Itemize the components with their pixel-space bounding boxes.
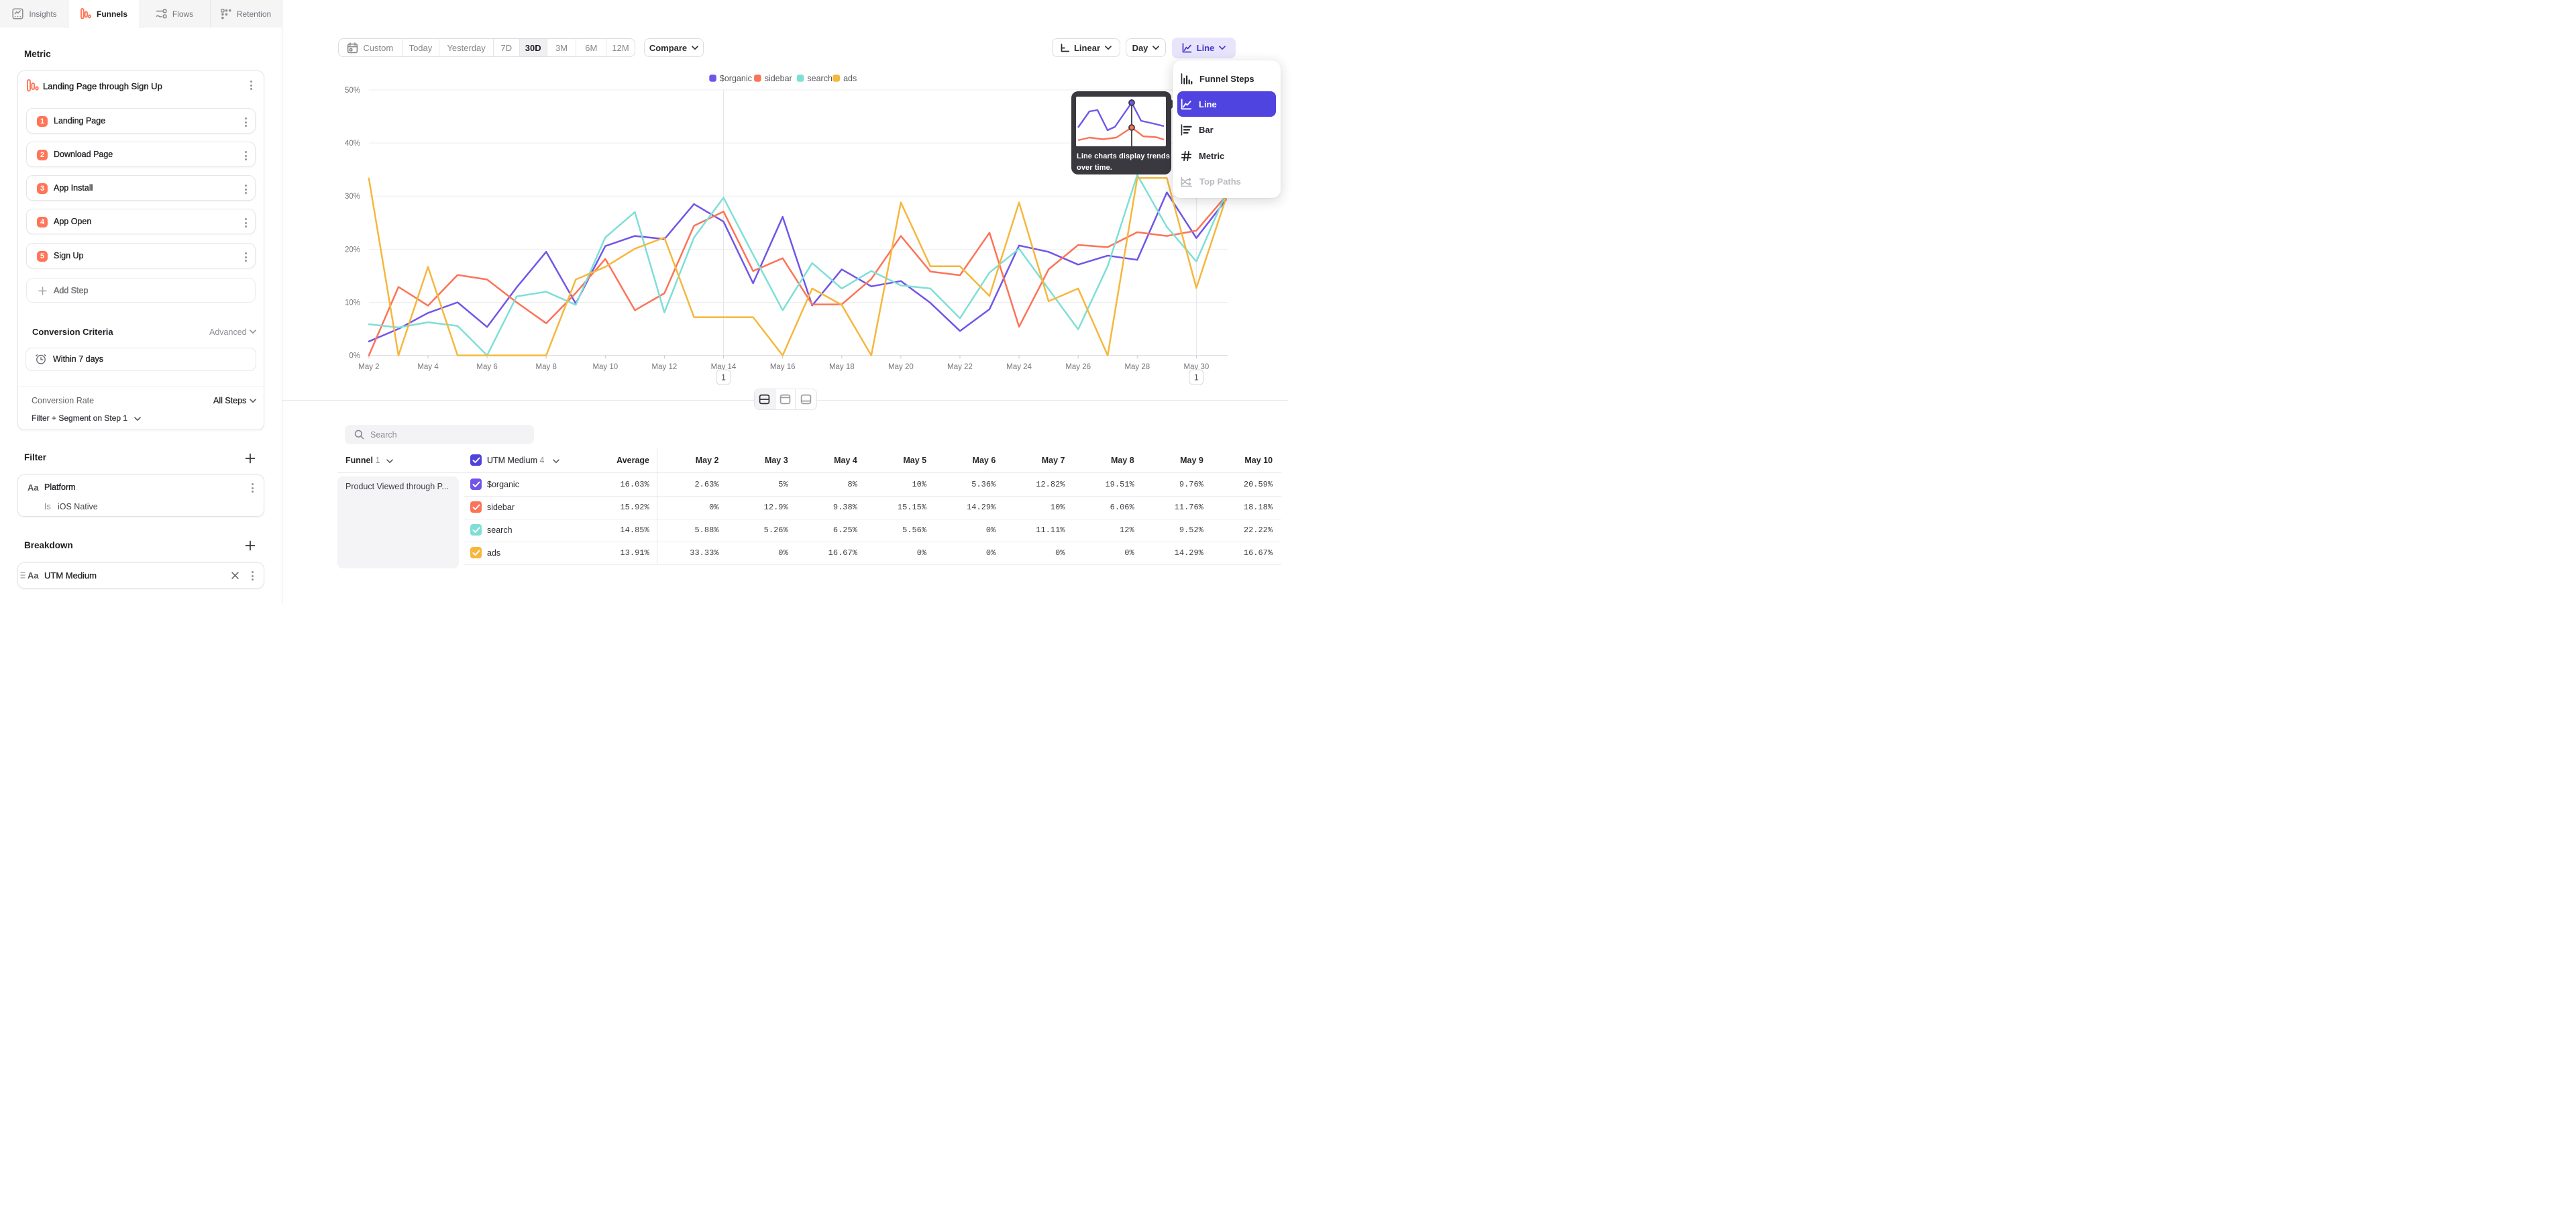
svg-text:May 28: May 28 [1124,363,1150,371]
svg-text:1: 1 [721,373,726,383]
svg-text:May 8: May 8 [536,363,557,371]
svg-text:May 12: May 12 [652,363,678,371]
svg-text:May 10: May 10 [592,363,618,371]
svg-text:May 20: May 20 [888,363,914,371]
svg-text:sidebar: sidebar [765,74,792,83]
svg-text:20%: 20% [345,246,360,254]
svg-text:ads: ads [843,74,857,83]
svg-text:May 4: May 4 [417,363,439,371]
svg-text:May 16: May 16 [770,363,796,371]
svg-text:May 6: May 6 [476,363,497,371]
svg-text:40%: 40% [345,140,360,148]
svg-text:50%: 50% [345,87,360,95]
svg-text:30%: 30% [345,193,360,201]
svg-text:1: 1 [1194,373,1199,383]
svg-text:May 18: May 18 [829,363,855,371]
svg-text:10%: 10% [345,299,360,307]
svg-text:May 24: May 24 [1006,363,1032,371]
svg-text:0%: 0% [349,352,360,360]
svg-text:search: search [807,74,833,83]
svg-text:May 22: May 22 [947,363,973,371]
svg-text:May 2: May 2 [358,363,379,371]
svg-text:May 26: May 26 [1065,363,1091,371]
svg-text:$organic: $organic [720,74,752,83]
